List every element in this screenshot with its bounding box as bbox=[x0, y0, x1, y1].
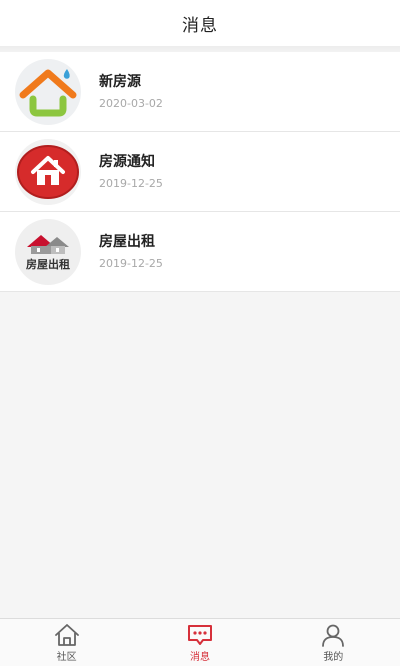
home-icon bbox=[54, 624, 79, 646]
user-icon bbox=[322, 624, 345, 647]
message-item-house-notice[interactable]: 房源通知 2019-12-25 bbox=[0, 132, 400, 212]
tab-label: 我的 bbox=[323, 652, 344, 663]
tab-community[interactable]: 社区 bbox=[0, 619, 133, 666]
message-icon bbox=[187, 625, 212, 645]
house-notice-icon bbox=[17, 144, 79, 199]
message-item-new-listing[interactable]: 新房源 2020-03-02 bbox=[0, 52, 400, 132]
rental-logo-text: 房屋出租 bbox=[26, 257, 70, 271]
bottom-tab-bar: 社区 消息 我的 bbox=[0, 618, 400, 666]
tab-label: 消息 bbox=[189, 652, 210, 663]
avatar bbox=[15, 138, 81, 205]
message-date: 2019-12-25 bbox=[99, 177, 163, 190]
avatar: 房屋出租 bbox=[15, 218, 81, 285]
avatar bbox=[15, 58, 81, 125]
message-text: 新房源 2020-03-02 bbox=[99, 72, 163, 111]
message-text: 房源通知 2019-12-25 bbox=[99, 152, 163, 191]
message-date: 2020-03-02 bbox=[99, 97, 163, 110]
message-list: 新房源 2020-03-02 房源通知 2019-12-25 房屋出租 房屋出租… bbox=[0, 52, 400, 292]
app-root: 消息 新房源 2020-03-02 房源通知 2019-12-25 房屋出租 房… bbox=[0, 0, 400, 666]
message-item-house-rental[interactable]: 房屋出租 房屋出租 2019-12-25 bbox=[0, 212, 400, 292]
top-bar: 消息 bbox=[0, 0, 400, 46]
page-title: 消息 bbox=[182, 15, 218, 36]
message-title: 房源通知 bbox=[99, 154, 155, 170]
message-text: 房屋出租 2019-12-25 bbox=[99, 232, 163, 271]
message-title: 房屋出租 bbox=[99, 234, 155, 250]
tab-label: 社区 bbox=[56, 652, 77, 663]
message-date: 2019-12-25 bbox=[99, 257, 163, 270]
message-title: 新房源 bbox=[99, 74, 141, 90]
new-house-icon bbox=[19, 68, 77, 116]
tab-mine[interactable]: 我的 bbox=[267, 619, 400, 666]
house-rental-icon: 房屋出租 bbox=[26, 234, 70, 271]
tab-messages[interactable]: 消息 bbox=[133, 619, 266, 666]
